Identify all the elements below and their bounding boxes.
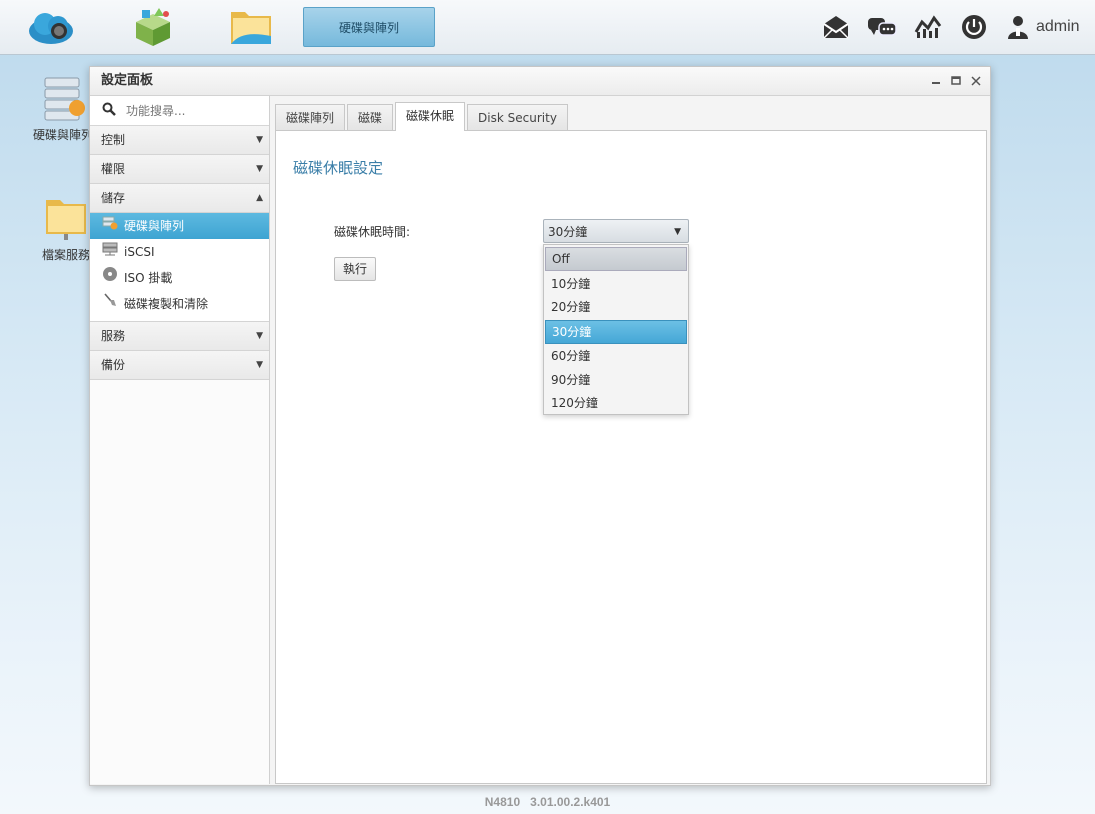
sidebar-section-control[interactable]: 控制 ▼ [90,126,269,155]
sleep-time-label: 磁碟休眠時間: [334,225,411,239]
file-manager-icon[interactable] [224,4,278,50]
tab-bar: 磁碟陣列 磁碟 磁碟休眠 Disk Security [275,102,570,131]
power-icon[interactable] [958,11,990,43]
search-icon [102,101,116,120]
maximize-icon[interactable] [950,75,962,87]
desktop-icon-label: 硬碟與陣列 [32,128,93,142]
cloud-home-icon[interactable] [26,4,80,50]
sidebar-item-iso-mount[interactable]: ISO 掛載 [90,265,269,291]
chevron-down-icon: ▼ [256,164,263,174]
firmware-version: 3.01.00.2.k401 [530,795,611,809]
disc-icon [102,265,118,291]
minimize-icon[interactable] [930,75,942,87]
sidebar-item-disk-raid[interactable]: 硬碟與陣列 [90,213,269,239]
chat-icon[interactable] [866,11,898,43]
app-center-icon[interactable] [126,4,180,50]
settings-window: 設定面板 控制 ▼ 權限 ▼ [89,66,991,786]
tab-disk-array[interactable]: 磁碟陣列 [275,104,346,131]
sidebar-item-iscsi[interactable]: iSCSI [90,239,269,265]
option-60-min[interactable]: 60分鐘 [545,345,687,367]
window-titlebar[interactable]: 設定面板 [90,67,990,96]
option-10-min[interactable]: 10分鐘 [545,273,687,295]
run-button[interactable]: 執行 [334,257,376,281]
taskbar-active-app-button[interactable]: 硬碟與陣列 [303,7,435,47]
search-input[interactable] [124,102,268,119]
sidebar: 控制 ▼ 權限 ▼ 儲存 ▲ 硬碟與陣列 iSCSI [90,96,270,784]
user-icon[interactable] [1006,11,1030,43]
sidebar-section-backup[interactable]: 備份 ▼ [90,351,269,380]
sleep-time-select[interactable]: 30分鐘 ▼ [543,219,689,243]
option-90-min[interactable]: 90分鐘 [545,369,687,391]
tab-disk-security[interactable]: Disk Security [467,104,568,131]
tab-disk[interactable]: 磁碟 [347,104,394,131]
storage-submenu: 硬碟與陣列 iSCSI ISO 掛載 磁碟複製和清除 [90,213,269,322]
chevron-down-icon: ▼ [256,331,263,341]
folder-icon [42,194,90,242]
chevron-down-icon: ▼ [256,135,263,145]
content-area: 磁碟陣列 磁碟 磁碟休眠 Disk Security 磁碟休眠設定 磁碟休眠時間… [275,102,987,784]
broom-icon [102,291,118,317]
chevron-down-icon: ▼ [674,227,681,237]
system-monitor-icon[interactable] [912,11,944,43]
taskbar: 硬碟與陣列 admin [0,0,1095,55]
chevron-up-icon: ▲ [256,193,263,203]
sidebar-section-privilege[interactable]: 權限 ▼ [90,155,269,184]
panel-title: 磁碟休眠設定 [293,159,384,177]
disk-sleep-panel: 磁碟休眠設定 磁碟休眠時間: 30分鐘 ▼ 執行 Off 10分鐘 20分鐘 3… [275,130,987,784]
option-20-min[interactable]: 20分鐘 [545,296,687,318]
close-icon[interactable] [970,75,982,87]
chevron-down-icon: ▼ [256,360,263,370]
function-search [90,96,269,126]
selected-value: 30分鐘 [548,225,588,239]
sidebar-section-service[interactable]: 服務 ▼ [90,322,269,351]
option-off[interactable]: Off [545,247,687,271]
username[interactable]: admin [1036,18,1080,36]
sleep-time-dropdown-list: Off 10分鐘 20分鐘 30分鐘 60分鐘 90分鐘 120分鐘 [543,244,689,415]
sidebar-item-disk-clone-wipe[interactable]: 磁碟複製和清除 [90,291,269,317]
option-120-min[interactable]: 120分鐘 [545,392,687,414]
server-icon [102,239,118,265]
desktop-icon-label: 檔案服務 [41,248,90,262]
tab-disk-sleep[interactable]: 磁碟休眠 [395,102,466,131]
mail-icon[interactable] [820,11,852,43]
disk-raid-icon [102,213,118,239]
option-30-min[interactable]: 30分鐘 [545,319,687,344]
disk-stack-icon [39,74,87,122]
sidebar-section-storage[interactable]: 儲存 ▲ [90,184,269,213]
version-footer: N4810 3.01.00.2.k401 [0,795,1095,809]
model-name: N4810 [484,795,521,809]
window-title: 設定面板 [101,73,154,88]
